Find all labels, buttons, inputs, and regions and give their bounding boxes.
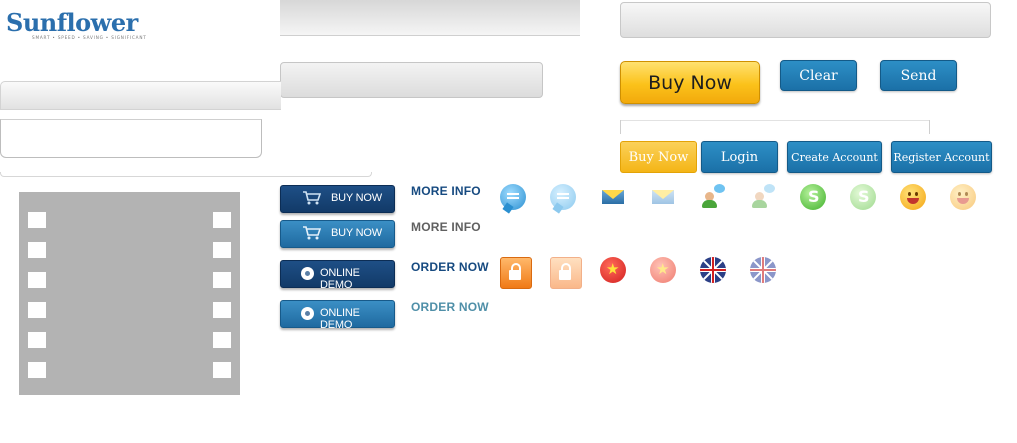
film-hole [213,302,231,318]
cart-icon [303,191,321,205]
video-placeholder [19,192,240,395]
buy-now-button-light[interactable]: BUY NOW [280,220,395,248]
film-hole [28,272,46,288]
buy-now-button-dark[interactable]: BUY NOW [280,185,395,213]
smiley-icon[interactable] [900,184,926,210]
film-hole [213,242,231,258]
lock-icon[interactable] [500,257,532,289]
chat-icon-faded[interactable] [550,184,576,210]
film-hole [28,332,46,348]
online-demo-label: ONLINE DEMO [320,267,360,291]
uk-flag-icon[interactable] [700,257,726,283]
left-gradient-tab [0,81,281,110]
contact-icon[interactable] [700,184,726,210]
uk-flag-icon-faded[interactable] [750,257,776,283]
logo-tagline: SMART • SPEED • SAVING • SIGNIFICANT [32,35,147,40]
film-hole [213,212,231,228]
more-info-link[interactable]: MORE INFO [411,184,481,198]
chat-icon[interactable] [500,184,526,210]
film-hole [28,212,46,228]
skype-icon[interactable]: S [800,184,826,210]
left-divider [0,172,372,177]
logo-wordmark: Sunflower [6,8,138,37]
film-hole [213,332,231,348]
film-hole [28,242,46,258]
buy-now-button-large[interactable]: Buy Now [620,61,760,104]
create-account-button[interactable]: Create Account [787,141,882,173]
film-hole [213,362,231,378]
lock-icon-faded[interactable] [550,257,582,289]
online-demo-button-dark[interactable]: ONLINE DEMO [280,260,395,291]
disc-icon [301,307,314,320]
sunflower-logo: Sunflower SMART • SPEED • SAVING • SIGNI… [4,8,147,42]
more-info-link-hover[interactable]: MORE INFO [411,220,481,234]
buy-now-button-small[interactable]: Buy Now [620,141,697,173]
mail-icon-faded[interactable] [650,184,676,210]
contact-icon-faded[interactable] [750,184,776,210]
film-hole [213,272,231,288]
vietnam-flag-icon-faded[interactable]: ★ [650,257,676,283]
mail-icon[interactable] [600,184,626,210]
mid-input-bar[interactable] [280,62,543,98]
left-text-field[interactable] [0,119,262,158]
right-divider [620,120,930,134]
disc-icon [301,267,314,280]
film-hole [28,362,46,378]
film-hole [28,302,46,318]
send-button[interactable]: Send [880,60,957,91]
online-demo-label: ONLINE DEMO [320,307,360,331]
order-now-link[interactable]: ORDER NOW [411,260,489,274]
vietnam-flag-icon[interactable]: ★ [600,257,626,283]
login-button[interactable]: Login [701,141,778,173]
buy-now-label: BUY NOW [331,227,382,239]
smiley-icon-faded[interactable] [950,184,976,210]
clear-button[interactable]: Clear [780,60,857,91]
top-input-bar[interactable] [620,2,991,38]
online-demo-button-light[interactable]: ONLINE DEMO [280,300,395,331]
header-gradient-bar [280,0,580,36]
skype-icon-faded[interactable]: S [850,184,876,210]
register-account-button[interactable]: Register Account [891,141,992,173]
buy-now-label: BUY NOW [331,192,382,204]
order-now-link-hover[interactable]: ORDER NOW [411,300,489,314]
cart-icon [303,226,321,240]
